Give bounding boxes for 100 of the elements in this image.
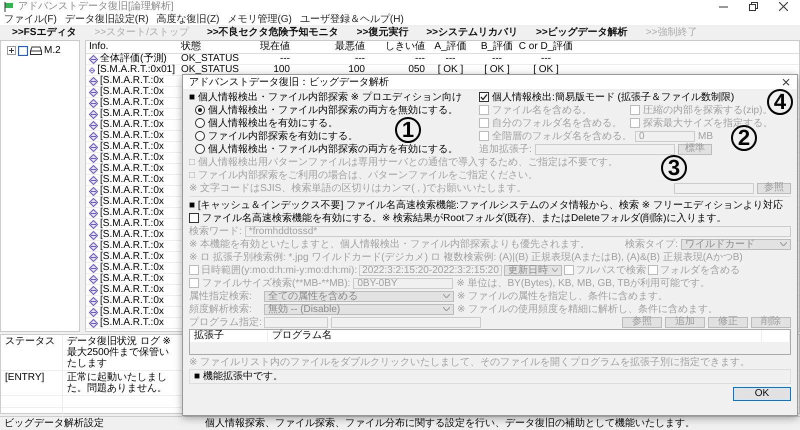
diamond-icon [89,164,98,174]
radio-button[interactable] [195,118,205,128]
table-cell: --- [541,54,551,64]
diamond-icon [89,286,98,294]
checkbox-label: 日時範囲(y:mo:d:h:mi-y:mo:d:h:mi): [201,264,358,276]
table-cell: 全体評価(予測) [100,54,167,64]
table-cell: [S.M.A.R.T.:0x [100,285,164,295]
column-header[interactable]: B_評価 [480,41,514,53]
column-header: ステータス [1,335,63,370]
diamond-icon [89,198,98,206]
table-cell: [S.M.A.R.T.:0x [100,274,164,284]
column-header: 拡張子 [190,330,268,342]
diamond-icon [89,318,98,328]
toolbar-button[interactable]: >>FSエディタ [12,26,76,38]
column-header: プログラム名 [268,330,762,342]
checkbox-label: フォルダを含める [660,264,740,276]
column-header[interactable]: 状態 [181,41,201,53]
toolbar-button[interactable]: >>不良セクタ危険予知モニタ [206,26,339,38]
close-button[interactable]: × [780,76,791,88]
diamond-icon [89,176,98,184]
checkbox-label: フルパスで検索 [576,264,646,276]
drive-icon [30,46,42,55]
radio-button[interactable] [195,105,205,115]
menu-item[interactable]: 高度な復旧(Z) [156,14,220,24]
diamond-icon [89,66,96,74]
column-header[interactable]: 最悪値 [335,41,365,53]
tree-item[interactable]: M.2 [44,45,61,56]
checkbox-label: 自分のフォルダ名を含める。 [492,118,622,128]
note-text: □ 個人情報検出用パターンファイルは専用サーバとの通信で導入するため、ご指定は不要です。 [189,156,618,168]
table-cell: [ OK ] [484,65,510,75]
checkbox[interactable] [479,92,489,102]
diamond-icon [89,132,98,140]
toolbar-button[interactable]: >>復元実行 [356,26,408,38]
extension-field[interactable] [534,144,675,154]
menu-item[interactable]: ユーザ登録＆ヘルプ(H) [300,14,404,24]
radio-label: 個人情報検出・ファイル内部探索の両方を有効にする。 [208,144,458,154]
caret-icon [443,307,450,311]
menu-item[interactable]: ファイル(F) [4,14,57,24]
table-cell: [S.M.A.R.T.:0x [100,76,164,86]
column-header[interactable]: Info. [89,41,108,53]
table-cell: [ OK ] [438,65,464,75]
unit-label: MB [698,130,713,142]
table-cell: [S.M.A.R.T.:0x [100,241,164,251]
extension-field[interactable] [264,316,328,328]
column-header[interactable]: C or D_評価 [518,41,574,53]
diamond-icon [89,220,98,228]
checkbox-label: ファイル名を含める。 [492,104,592,116]
radio-label: 個人情報検出・ファイル内部探索の両方を無効にする。 [208,104,458,116]
toolbar-button[interactable]: >>ビッグデータ解析 [536,26,628,38]
radio-button[interactable] [195,131,205,141]
section-heading: ■ 個人情報検出・ファイル内部探索 ※ プロエディション向け [189,92,462,102]
menu-item[interactable]: データ復旧設定(R) [64,14,149,24]
table-cell: [S.M.A.R.T.:0x01] [97,65,175,75]
expand-icon[interactable] [7,46,16,55]
table-cell: [S.M.A.R.T.:0x [100,197,164,207]
table-cell: [ OK ] [533,65,559,75]
diamond-icon [89,242,98,250]
table-cell: 050 [408,65,425,75]
table-cell: --- [280,54,290,64]
field-label: 検索ワード: [189,226,242,236]
radio-button[interactable] [195,144,205,154]
diamond-icon [89,142,98,152]
program-field[interactable] [331,316,481,328]
field-label: プログラム指定: [189,316,261,328]
diamond-icon [89,76,98,86]
note-text: ※ ファイルの使用頻度を精細に解析し、条件に含めます。 [457,304,718,314]
diamond-icon [89,186,98,196]
column-header[interactable]: 現在値 [260,41,290,53]
table-cell: [S.M.A.R.T.:0x [100,109,164,119]
diamond-icon [89,274,98,284]
note-text: ※ 単位は、BY(Bytes), KB, MB, GB, TBが利用可能です。 [456,278,710,288]
restore-icon[interactable] [748,2,758,11]
table-cell: [S.M.A.R.T.:0x [100,87,164,97]
diamond-icon [89,230,98,240]
field-label: 追加拡張子: [479,144,532,154]
diamond-icon [89,208,98,218]
status-text: ■ 機能拡張中です。 [194,371,283,382]
field-label: 頻度解析検索: [189,304,253,314]
ok-button[interactable]: OK [733,387,791,401]
note-text: ※ ロ 拡張子別検索例: *.jpg ワイルドカード(デジカメ) ロ 複数検索例: (A)|(B) 正規表現(AまたはB), (A)&(B) 正規表現(AかつB) [189,252,743,262]
table-cell: [S.M.A.R.T.:0x [100,263,164,273]
diamond-icon [89,88,98,96]
checkbox-label: ファイル名高速検索機能を有効にする。※ 検索結果がRootフォルダ(既存)、またはDeleteフォルダ(削除)に入ります。 [202,212,727,224]
toolbar-button[interactable]: >>システムリカバリ [426,26,518,38]
note-text: □ ファイル内部探索をご利用の場合は、パターンファイルをご指定ください。 [189,170,538,180]
pattern-field[interactable] [674,182,754,194]
table-cell: [S.M.A.R.T.:0x [100,219,164,229]
column-header[interactable]: しきい値 [385,41,425,53]
note-text: ※ ファイルの属性を指定し、条件に含めます。 [457,290,668,302]
section-heading: ■ [キャッシュ＆インデックス不要] ファイル名高速検索機能:ファイルシステムのメタ情報から、検索 ※ フリーエディションより対応 [189,200,783,210]
app-icon [4,2,14,12]
menu-item[interactable]: メモリ管理(G) [227,14,292,24]
table-cell: [S.M.A.R.T.:0x [100,186,164,196]
diamond-icon [89,98,98,108]
close-icon[interactable] [778,2,788,11]
table-cell: [S.M.A.R.T.:0x [100,318,164,328]
column-header[interactable]: A_評価 [434,41,467,53]
caret-icon [552,268,558,272]
table-cell: 100 [273,65,290,75]
number-marker: 1 [395,117,421,143]
